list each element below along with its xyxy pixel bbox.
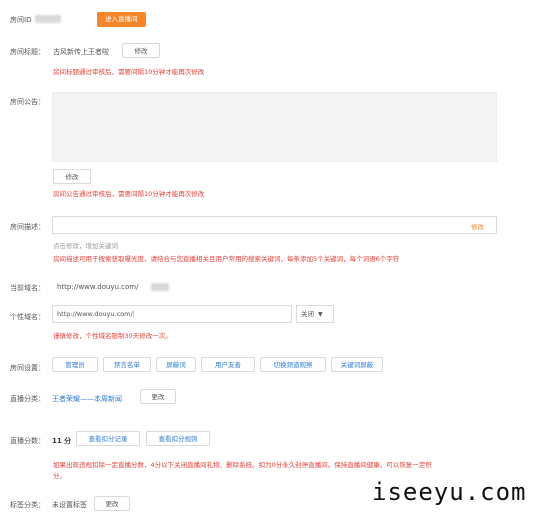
description-hint: 点击修改，增加关键词 — [53, 242, 118, 250]
settings-label: 房间设置： — [10, 364, 45, 372]
room-id-value-blurred — [35, 15, 61, 23]
tag-edit-button[interactable]: 更改 — [94, 496, 130, 511]
score-notice-line2: 分。 — [53, 472, 66, 480]
description-edit-link[interactable]: 修改 — [471, 221, 484, 231]
custom-domain-label: 个性域名： — [10, 313, 45, 321]
settings-mute-list-button[interactable]: 禁言名单 — [103, 357, 151, 372]
enter-room-button[interactable]: 进入直播间 — [97, 12, 146, 27]
title-edit-button[interactable]: 修改 — [122, 43, 160, 58]
settings-admin-button[interactable]: 管理员 — [52, 357, 98, 372]
custom-domain-select-value: 关闭 — [301, 310, 314, 318]
tag-value: 未设置标签 — [52, 501, 87, 509]
announcement-notice: 房间公告通过审核后，需要间隔10分钟才能再次修改 — [53, 190, 205, 198]
settings-channel-switch-button[interactable]: 切换频道观察 — [260, 357, 326, 372]
title-label: 房间标题： — [10, 48, 45, 56]
custom-domain-input[interactable]: http://www.douyu.com/| — [52, 305, 292, 323]
settings-keyword-block-button[interactable]: 关键词屏蔽 — [331, 357, 383, 372]
category-edit-button[interactable]: 更改 — [140, 389, 176, 404]
settings-block-words-button[interactable]: 屏蔽词 — [156, 357, 196, 372]
category-label: 直播分类： — [10, 395, 45, 403]
description-notice: 房间描述可用于搜索获取曝光度，请结合与您直播相关且用户常用的搜索关键词，每条添加… — [53, 255, 400, 263]
current-domain-label: 当前域名： — [10, 284, 45, 292]
score-value: 11 分 — [52, 437, 72, 445]
score-label: 直播分数： — [10, 437, 45, 445]
announcement-textarea[interactable] — [52, 92, 497, 162]
description-input[interactable] — [52, 216, 497, 234]
announcement-label: 房间公告： — [10, 98, 45, 106]
current-domain-suffix-blurred — [151, 283, 169, 291]
description-label: 房间描述： — [10, 223, 45, 231]
category-value[interactable]: 王者荣耀——本周新闻 — [52, 394, 122, 404]
room-id-label: 房间ID — [10, 16, 32, 24]
score-notice-line1: 如果出现违规扣除一定直播分数，4分以下关闭直播间礼物、删除系统。扣为0分永久封停… — [53, 461, 432, 469]
announcement-edit-button[interactable]: 修改 — [53, 169, 91, 184]
custom-domain-notice: 谨慎修改，个性域名限制30天修改一次。 — [53, 332, 172, 340]
view-deduction-record-button[interactable]: 查看扣分记录 — [76, 431, 140, 446]
title-value: 古风新传上王者啦 — [53, 48, 109, 56]
tag-label: 标签分类： — [10, 501, 45, 509]
view-deduction-rules-button[interactable]: 查看扣分规则 — [146, 431, 210, 446]
custom-domain-input-value: http://www.douyu.com/ — [57, 310, 133, 318]
watermark-text: iseeyu.com — [372, 478, 527, 506]
chevron-down-icon: ▼ — [318, 311, 323, 318]
custom-domain-select[interactable]: 关闭 ▼ — [296, 305, 334, 323]
current-domain-value: http://www.douyu.com/ — [57, 283, 139, 291]
title-notice: 房间标题通过审核后，需要间隔10分钟才能再次修改 — [53, 68, 205, 76]
settings-user-friendly-button[interactable]: 用户友善 — [201, 357, 255, 372]
